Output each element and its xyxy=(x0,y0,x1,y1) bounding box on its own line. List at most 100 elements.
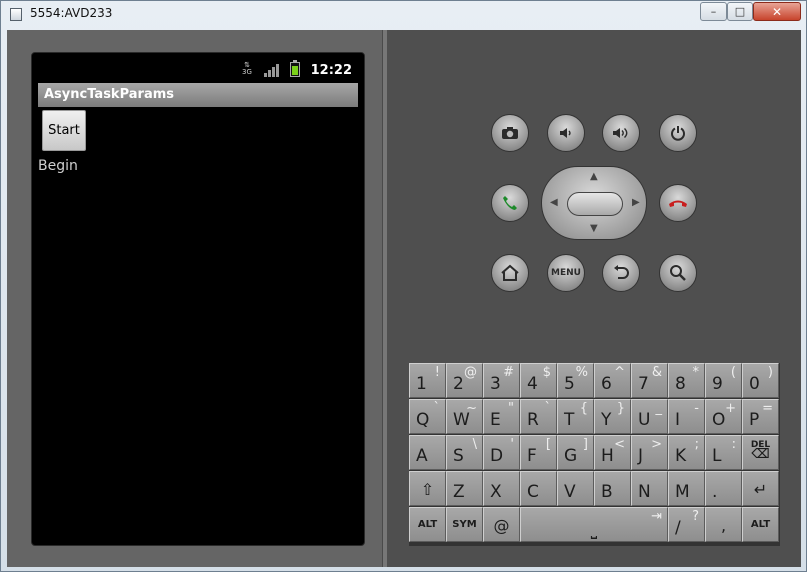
shift-key-label: ⇧ xyxy=(420,480,435,499)
key[interactable]: C xyxy=(520,471,557,506)
key-label: Q xyxy=(416,410,430,430)
key[interactable]: U _ xyxy=(631,399,668,434)
key[interactable]: R ` xyxy=(520,399,557,434)
dpad-down-icon[interactable]: ▼ xyxy=(590,223,598,234)
key-label: / xyxy=(675,518,681,538)
key-label: 3 xyxy=(490,374,501,394)
maximize-button[interactable]: □ xyxy=(727,2,753,21)
key-alt-label: - xyxy=(694,401,699,416)
key[interactable]: E " xyxy=(483,399,520,434)
close-button[interactable]: ✕ xyxy=(753,2,801,21)
key-label: L xyxy=(712,446,722,466)
key[interactable]: X xyxy=(483,471,520,506)
home-icon xyxy=(501,264,519,281)
backspace-icon: ⌫ xyxy=(751,447,770,462)
key[interactable]: D ' xyxy=(483,435,520,470)
camera-button[interactable] xyxy=(491,114,529,152)
key[interactable]: G] xyxy=(557,435,594,470)
key[interactable]: L: xyxy=(705,435,742,470)
key[interactable]: 8 * xyxy=(668,363,705,398)
call-button[interactable] xyxy=(491,184,529,222)
key[interactable]: 3 # xyxy=(483,363,520,398)
start-button[interactable]: Start xyxy=(42,110,86,151)
key-alt-label: + xyxy=(725,401,736,416)
end-call-button[interactable] xyxy=(659,184,697,222)
key[interactable]: J > xyxy=(631,435,668,470)
call-icon xyxy=(503,196,517,210)
key[interactable]: . xyxy=(705,471,742,506)
dpad-up-icon[interactable]: ▲ xyxy=(590,171,598,182)
shift-key[interactable]: ⇧ xyxy=(409,471,446,506)
key[interactable]: V xyxy=(557,471,594,506)
signal-strength-icon xyxy=(264,64,281,77)
dpad-left-icon[interactable]: ◀ xyxy=(550,197,558,208)
end-call-icon xyxy=(669,200,687,207)
space-icon: ⎵ xyxy=(590,520,598,539)
at-key[interactable]: @ xyxy=(483,507,520,542)
home-button[interactable] xyxy=(491,254,529,292)
enter-key[interactable]: ↵ xyxy=(742,471,779,506)
key-label: 6 xyxy=(601,374,612,394)
key-alt-label: ` xyxy=(544,401,552,416)
key[interactable]: I- xyxy=(668,399,705,434)
key[interactable]: M xyxy=(668,471,705,506)
key[interactable]: P = xyxy=(742,399,779,434)
key-label: E xyxy=(490,410,501,430)
volume-down-button[interactable] xyxy=(547,114,585,152)
space-key[interactable]: ⎵ ⇥ xyxy=(520,507,668,542)
key[interactable]: B xyxy=(594,471,631,506)
key[interactable]: H < xyxy=(594,435,631,470)
search-button[interactable] xyxy=(659,254,697,292)
key-alt-label: \ xyxy=(472,437,477,452)
key[interactable]: T{ xyxy=(557,399,594,434)
sym-key[interactable]: SYM xyxy=(446,507,483,542)
key-label: J xyxy=(638,446,644,466)
key[interactable]: 7 & xyxy=(631,363,668,398)
key-label: B xyxy=(601,482,613,502)
key-label: X xyxy=(490,482,502,502)
hardware-keyboard: 1! 2 @3 #4 $5% 6 ^ 7 & 8 * 9(0) Q ` W ~ E " R ` T{Y} U _ I - O + P =… xyxy=(409,363,780,546)
key[interactable]: A xyxy=(409,435,446,470)
dpad[interactable]: ▲ ▼ ◀ ▶ xyxy=(541,166,647,240)
dpad-right-icon[interactable]: ▶ xyxy=(632,197,640,208)
key[interactable]: O + xyxy=(705,399,742,434)
volume-down-icon xyxy=(560,128,571,138)
key[interactable]: K; xyxy=(668,435,705,470)
key[interactable]: /? xyxy=(668,507,705,542)
alt-right-key[interactable]: ALT xyxy=(742,507,779,542)
key-alt-label: ` xyxy=(433,401,441,416)
comma-key[interactable]: , xyxy=(705,507,742,542)
key[interactable]: N xyxy=(631,471,668,506)
key[interactable]: Z xyxy=(446,471,483,506)
key-label: I xyxy=(675,410,681,430)
key[interactable]: 1! xyxy=(409,363,446,398)
back-button[interactable] xyxy=(602,254,640,292)
emulator-window: 5554:AVD233 – □ ✕ ⇅ 3G 12:22 AsyncTaskPar… xyxy=(0,0,807,572)
key[interactable]: 6 ^ xyxy=(594,363,631,398)
key[interactable]: S \ xyxy=(446,435,483,470)
key-label: Z xyxy=(453,482,465,502)
power-button[interactable] xyxy=(659,114,697,152)
key[interactable]: F[ xyxy=(520,435,557,470)
key[interactable]: W ~ xyxy=(446,399,483,434)
minimize-button[interactable]: – xyxy=(700,2,727,21)
key[interactable]: 5% xyxy=(557,363,594,398)
key-label: 8 xyxy=(675,374,686,394)
key-label: 0 xyxy=(749,374,760,394)
menu-button[interactable]: MENU xyxy=(547,254,585,292)
device-screen[interactable]: ⇅ 3G 12:22 AsyncTaskParams Start Begin xyxy=(31,52,365,546)
alt-left-key[interactable]: ALT xyxy=(409,507,446,542)
status-bar: ⇅ 3G 12:22 xyxy=(32,53,364,83)
key[interactable]: 0) xyxy=(742,363,779,398)
dpad-center-button[interactable] xyxy=(567,192,623,216)
key[interactable]: 9( xyxy=(705,363,742,398)
key[interactable]: Q ` xyxy=(409,399,446,434)
delete-key[interactable]: DEL ⌫ xyxy=(742,435,779,470)
key[interactable]: Y} xyxy=(594,399,631,434)
title-bar[interactable]: 5554:AVD233 – □ ✕ xyxy=(1,1,806,29)
key[interactable]: 2 @ xyxy=(446,363,483,398)
key-label: D xyxy=(490,446,504,466)
key[interactable]: 4 $ xyxy=(520,363,557,398)
volume-up-button[interactable] xyxy=(602,114,640,152)
key-label: N xyxy=(638,482,651,502)
